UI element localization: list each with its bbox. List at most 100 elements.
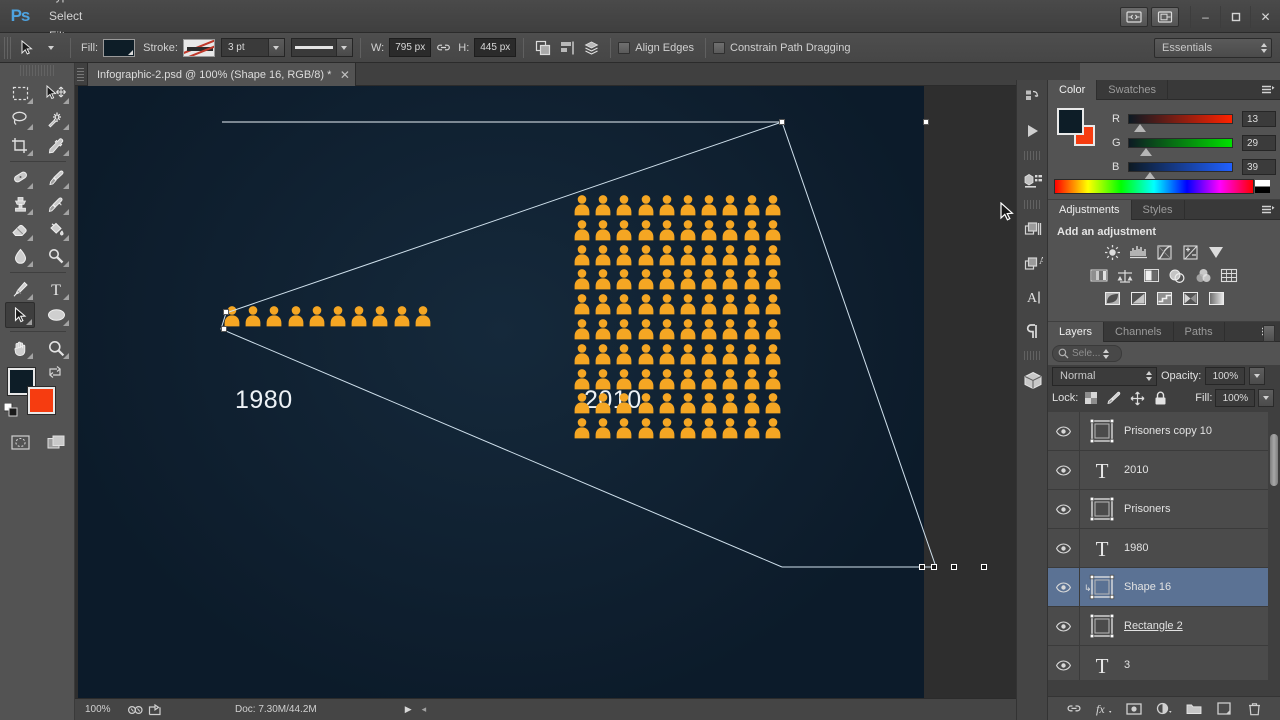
- layer-thumbnail[interactable]: [1080, 412, 1124, 451]
- path-operations-icon[interactable]: [532, 37, 554, 59]
- layer-style-fx-icon[interactable]: fx: [1095, 700, 1113, 718]
- character-icon[interactable]: A: [1017, 280, 1049, 314]
- brightness-contrast-icon[interactable]: [1101, 243, 1123, 262]
- layer-thumbnail[interactable]: T: [1080, 646, 1124, 681]
- align-edges-checkbox[interactable]: Align Edges: [618, 41, 694, 54]
- layer-visibility-icon[interactable]: [1048, 528, 1080, 568]
- layer-row[interactable]: T 1980: [1048, 528, 1280, 568]
- path-arrangement-icon[interactable]: [580, 37, 602, 59]
- layer-visibility-icon[interactable]: [1048, 450, 1080, 490]
- color-lookup-icon[interactable]: [1218, 266, 1240, 285]
- blend-mode-select[interactable]: Normal: [1052, 366, 1157, 386]
- channel-slider-b[interactable]: [1128, 162, 1233, 180]
- stroke-width-arrow[interactable]: [267, 39, 284, 56]
- stroke-swatch[interactable]: [182, 38, 215, 57]
- delete-layer-icon[interactable]: [1245, 700, 1263, 718]
- pen-tool[interactable]: [5, 276, 35, 302]
- path-selection-tool[interactable]: [5, 302, 35, 328]
- posterize-icon[interactable]: [1127, 289, 1149, 308]
- color-foreground-swatch[interactable]: [1057, 108, 1084, 135]
- layer-comps-icon[interactable]: [1017, 212, 1049, 246]
- levels-icon[interactable]: [1127, 243, 1149, 262]
- rectangular-marquee-tool[interactable]: [5, 80, 35, 106]
- layer-list-scroll-thumb[interactable]: [1270, 434, 1278, 486]
- tab-swatches[interactable]: Swatches: [1097, 80, 1168, 100]
- layer-name[interactable]: 2010: [1124, 464, 1148, 476]
- chain-link-icon[interactable]: [432, 37, 454, 59]
- zoom-level[interactable]: 100%: [75, 704, 125, 715]
- color-panel-menu-icon[interactable]: [1261, 84, 1275, 96]
- layer-row[interactable]: ↳ Shape 16: [1048, 567, 1280, 607]
- history-icon[interactable]: [1017, 80, 1049, 114]
- color-balance-icon[interactable]: [1114, 266, 1136, 285]
- new-layer-icon[interactable]: [1215, 700, 1233, 718]
- layer-filter-select[interactable]: Sele...: [1052, 345, 1122, 362]
- fill-dropdown-arrow[interactable]: [1258, 389, 1275, 407]
- brush-tool[interactable]: [41, 165, 71, 191]
- hue-saturation-icon[interactable]: [1088, 266, 1110, 285]
- close-button[interactable]: ✕: [1250, 5, 1280, 28]
- channel-slider-thumb[interactable]: [1134, 124, 1147, 132]
- close-icon[interactable]: ✕: [338, 68, 351, 82]
- layer-name[interactable]: Prisoners copy 10: [1124, 425, 1212, 437]
- color-spectrum-ramp[interactable]: [1054, 179, 1270, 194]
- layer-name[interactable]: 3: [1124, 659, 1130, 671]
- zoom-tool[interactable]: [41, 335, 71, 361]
- swap-colors-icon[interactable]: [48, 365, 62, 379]
- history-brush-tool[interactable]: [41, 191, 71, 217]
- layer-thumbnail[interactable]: [1080, 607, 1124, 646]
- photo-filter-icon[interactable]: [1166, 266, 1188, 285]
- channel-value-g[interactable]: 29: [1242, 135, 1276, 151]
- lasso-tool[interactable]: [5, 106, 35, 132]
- move-tool[interactable]: [41, 80, 71, 106]
- fill-value[interactable]: 100%: [1215, 389, 1256, 407]
- eraser-tool[interactable]: [5, 217, 35, 243]
- blend-mode-spinner[interactable]: [1146, 371, 1152, 381]
- canvas-area[interactable]: 1980 2010: [75, 86, 1080, 698]
- threshold-icon[interactable]: [1153, 289, 1175, 308]
- tool-preset-dropdown[interactable]: [40, 37, 62, 59]
- exposure-icon[interactable]: [1179, 243, 1201, 262]
- channel-slider-r[interactable]: [1128, 114, 1233, 132]
- layer-name[interactable]: Shape 16: [1124, 581, 1171, 593]
- status-expand-icon[interactable]: ▶: [405, 704, 412, 715]
- vibrance-icon[interactable]: [1205, 243, 1227, 262]
- mini-bridge-icon[interactable]: [1151, 6, 1179, 27]
- options-bar-grip[interactable]: [4, 36, 11, 59]
- invert-icon[interactable]: [1101, 289, 1123, 308]
- layer-list[interactable]: Prisoners copy 10 T 2010 Prisoners T 1980 ↳ Sha…: [1048, 412, 1280, 680]
- horizontal-type-tool[interactable]: T: [41, 276, 71, 302]
- channel-slider-thumb[interactable]: [1140, 148, 1153, 156]
- crop-tool[interactable]: [5, 132, 35, 158]
- constrain-path-dragging-checkbox[interactable]: Constrain Path Dragging: [713, 41, 850, 54]
- opacity-value[interactable]: 100%: [1205, 367, 1246, 385]
- layer-row[interactable]: Rectangle 2: [1048, 606, 1280, 646]
- add-layer-mask-icon[interactable]: [1125, 700, 1143, 718]
- tab-adjustments[interactable]: Adjustments: [1048, 200, 1132, 220]
- default-colors-icon[interactable]: [3, 402, 18, 417]
- hand-tool[interactable]: [5, 335, 35, 361]
- tools-panel-grip[interactable]: [20, 65, 54, 76]
- clone-stamp-tool[interactable]: [5, 191, 35, 217]
- stroke-width-combo[interactable]: 3 pt: [220, 38, 285, 57]
- layer-visibility-icon[interactable]: [1048, 645, 1080, 680]
- magic-wand-tool[interactable]: [41, 106, 71, 132]
- spot-healing-brush-tool[interactable]: [5, 165, 35, 191]
- gradient-map-icon[interactable]: [1205, 289, 1227, 308]
- blur-tool[interactable]: [5, 243, 35, 269]
- lock-all-icon[interactable]: [1150, 389, 1170, 407]
- eyedropper-tool[interactable]: [41, 132, 71, 158]
- lock-transparent-pixels-icon[interactable]: [1081, 389, 1101, 407]
- character-styles-icon[interactable]: A: [1017, 246, 1049, 280]
- tab-channels[interactable]: Channels: [1104, 322, 1174, 342]
- active-tool-icon[interactable]: [16, 37, 38, 59]
- minimize-button[interactable]: –: [1190, 5, 1220, 28]
- channel-value-b[interactable]: 39: [1242, 159, 1276, 175]
- width-input[interactable]: 795 px: [389, 38, 432, 57]
- workspace-spinner[interactable]: [1261, 42, 1267, 53]
- channel-slider-g[interactable]: [1128, 138, 1233, 156]
- workspace-switcher[interactable]: Essentials: [1154, 37, 1272, 58]
- tab-layers[interactable]: Layers: [1048, 322, 1105, 342]
- curves-icon[interactable]: [1153, 243, 1175, 262]
- layer-row[interactable]: Prisoners: [1048, 489, 1280, 529]
